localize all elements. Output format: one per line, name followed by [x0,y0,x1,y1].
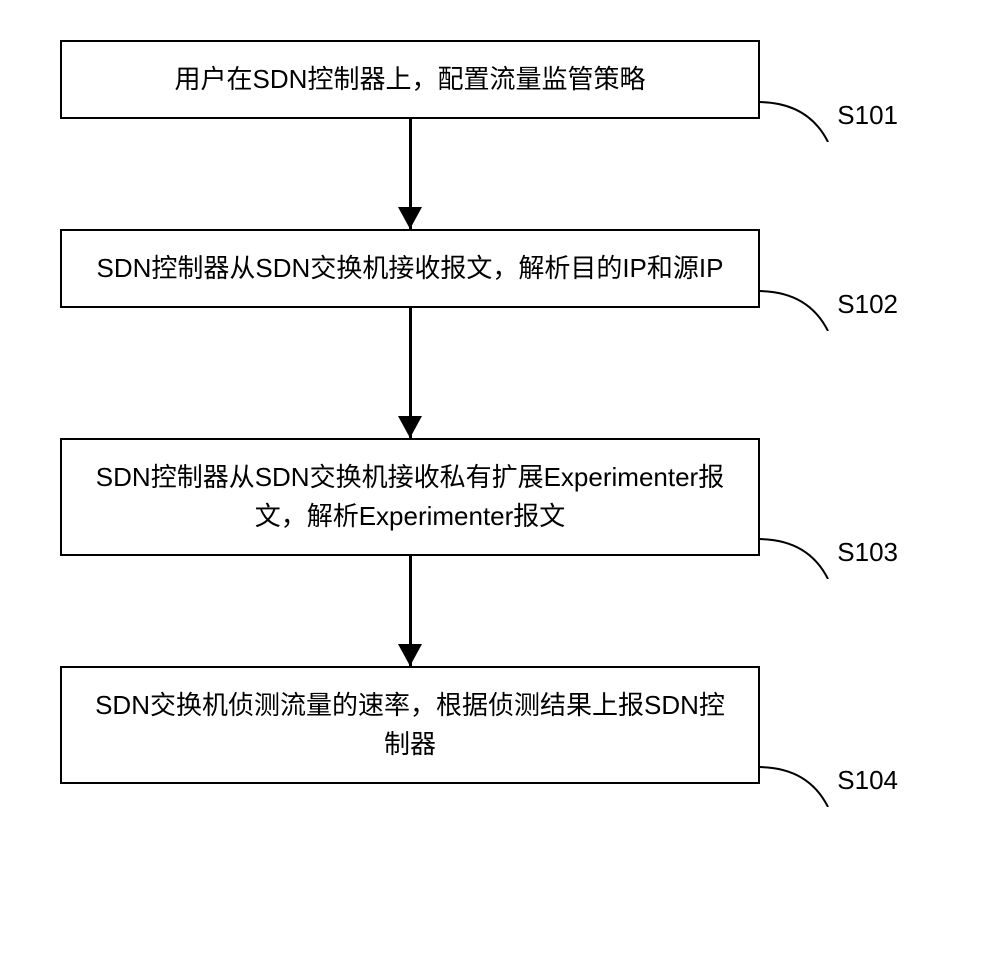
step-label-3: S103 [837,533,898,572]
step-label-2: S102 [837,285,898,324]
flowchart-container: 用户在SDN控制器上，配置流量监管策略 S101 SDN控制器从SDN交换机接收… [0,0,1000,824]
step-row-1: 用户在SDN控制器上，配置流量监管策略 S101 [60,40,940,119]
step-box-2: SDN控制器从SDN交换机接收报文，解析目的IP和源IP S102 [60,229,760,308]
arrow-2 [60,308,760,438]
step-text-1: 用户在SDN控制器上，配置流量监管策略 [175,64,646,94]
arrow-3 [60,556,760,666]
step-box-4: SDN交换机侦测流量的速率，根据侦测结果上报SDN控制器 S104 [60,666,760,784]
step-text-4: SDN交换机侦测流量的速率，根据侦测结果上报SDN控制器 [95,690,725,759]
arrow-1 [60,119,760,229]
step-text-2: SDN控制器从SDN交换机接收报文，解析目的IP和源IP [97,253,724,283]
step-label-1: S101 [837,96,898,135]
step-row-3: SDN控制器从SDN交换机接收私有扩展Experimenter报文，解析Expe… [60,438,940,556]
step-row-4: SDN交换机侦测流量的速率，根据侦测结果上报SDN控制器 S104 [60,666,940,784]
step-box-3: SDN控制器从SDN交换机接收私有扩展Experimenter报文，解析Expe… [60,438,760,556]
step-box-1: 用户在SDN控制器上，配置流量监管策略 S101 [60,40,760,119]
step-row-2: SDN控制器从SDN交换机接收报文，解析目的IP和源IP S102 [60,229,940,308]
step-text-3: SDN控制器从SDN交换机接收私有扩展Experimenter报文，解析Expe… [96,462,724,531]
step-label-4: S104 [837,761,898,800]
